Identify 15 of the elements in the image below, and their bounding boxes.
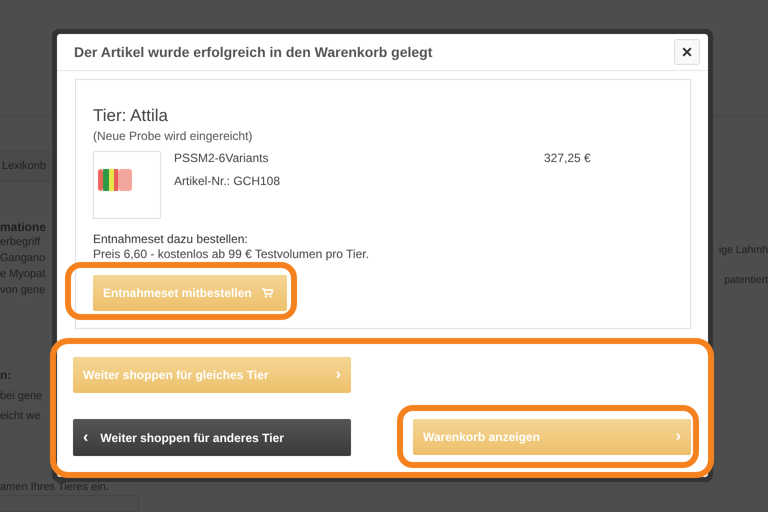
add-kit-button[interactable]: Entnahmeset mitbestellen: [93, 275, 287, 311]
cart-icon: [262, 288, 273, 298]
product-name: PSSM2-6Variants: [174, 151, 270, 165]
note-text: (Neue Probe wird eingereicht): [93, 129, 252, 143]
kit-heading: Entnahmeset dazu bestellen:: [93, 232, 248, 246]
article-number: Artikel-Nr.: GCH108: [174, 174, 282, 188]
navigation-button[interactable]: ‹ Weiter shoppen für anderes Tier: [73, 419, 351, 456]
navigation-button[interactable]: Weiter shoppen für gleiches Tier ›: [73, 357, 351, 393]
navigation-button[interactable]: Warenkorb anzeigen ›: [413, 419, 691, 455]
price: 327,25 €: [544, 151, 591, 167]
dialog-title: Der Artikel wurde erfolgreich in den Warenkorb gelegt: [74, 44, 432, 60]
kit-text: Preis 6,60 - kostenlos ab 99 € Testvolumen pro Tier.: [93, 247, 369, 261]
test-strip-icon: [98, 169, 132, 191]
animal-title: Tier: Attila: [93, 106, 168, 126]
close-button[interactable]: ×: [674, 39, 700, 65]
